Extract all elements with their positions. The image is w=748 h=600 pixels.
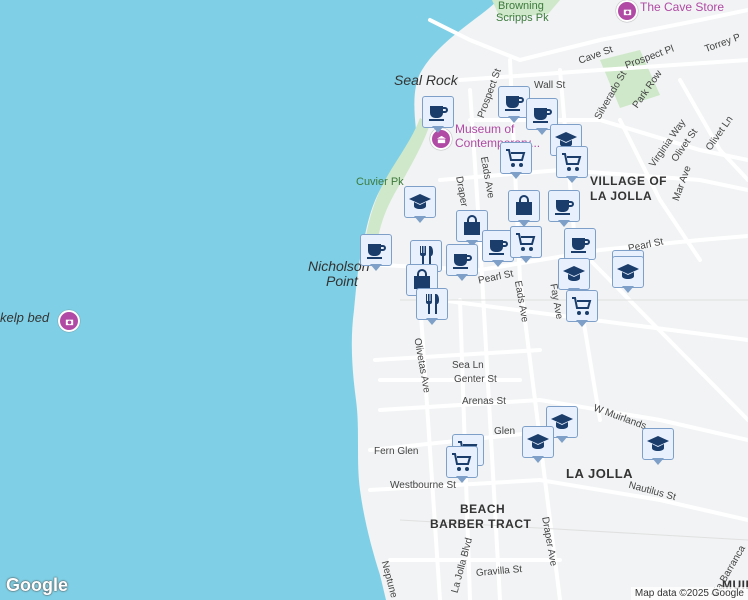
map-attribution[interactable]: Map data ©2025 Google — [630, 587, 748, 600]
street-arenas-st: Arenas St — [462, 396, 506, 407]
street-wall-st: Wall St — [534, 80, 566, 91]
marker-tip — [492, 260, 504, 267]
label-beach: BEACH — [460, 502, 506, 516]
cafe-icon — [564, 228, 596, 260]
map-view[interactable]: Browning Scripps Pk The Cave Store Seal … — [0, 0, 748, 600]
school-marker[interactable] — [404, 186, 436, 226]
marker-tip — [532, 456, 544, 463]
grocery-icon — [510, 226, 542, 258]
label-kelp-bed: kelp bed — [0, 310, 50, 325]
kelp-bed-pin-icon[interactable] — [58, 310, 80, 332]
street-sea-ln: Sea Ln — [452, 360, 484, 371]
street-glen: Glen — [494, 426, 516, 437]
marker-tip — [558, 220, 570, 227]
google-logo: Google — [6, 575, 68, 595]
label-la-jolla: LA JOLLA — [566, 466, 634, 481]
grocery-marker[interactable] — [566, 290, 598, 330]
cafe-icon — [422, 96, 454, 128]
shopping-icon — [508, 190, 540, 222]
cafe-icon — [446, 244, 478, 276]
school-icon — [558, 258, 590, 290]
marker-tip — [556, 436, 568, 443]
marker-tip — [536, 128, 548, 135]
grocery-marker[interactable] — [500, 142, 532, 182]
cafe-icon — [548, 190, 580, 222]
school-icon — [522, 426, 554, 458]
marker-tip — [652, 458, 664, 465]
marker-tip — [456, 274, 468, 281]
label-village-1: VILLAGE OF — [590, 174, 667, 188]
marker-tip — [456, 476, 468, 483]
map-base — [0, 0, 748, 600]
label-seal-rock: Seal Rock — [394, 72, 458, 88]
label-point: Point — [326, 273, 358, 289]
label-scripps-pk: Scripps Pk — [496, 12, 549, 24]
cafe-marker[interactable] — [446, 244, 478, 284]
label-cave-store[interactable]: The Cave Store — [640, 0, 724, 14]
marker-tip — [576, 320, 588, 327]
cafe-marker[interactable] — [360, 234, 392, 274]
school-icon — [612, 256, 644, 288]
marker-tip — [510, 172, 522, 179]
school-marker[interactable] — [642, 428, 674, 468]
marker-tip — [432, 126, 444, 133]
grocery-icon — [446, 446, 478, 478]
grocery-marker[interactable] — [556, 146, 588, 186]
marker-tip — [566, 176, 578, 183]
marker-tip — [370, 264, 382, 271]
school-marker[interactable] — [522, 426, 554, 466]
school-marker[interactable] — [612, 256, 644, 296]
label-cuvier-pk: Cuvier Pk — [356, 176, 404, 188]
marker-tip — [520, 256, 532, 263]
marker-tip — [414, 216, 426, 223]
label-village-2: LA JOLLA — [590, 189, 653, 203]
marker-tip — [426, 318, 438, 325]
school-icon — [642, 428, 674, 460]
school-icon — [404, 186, 436, 218]
restaurant-icon — [416, 288, 448, 320]
shopping-marker[interactable] — [508, 190, 540, 230]
cafe-marker[interactable] — [422, 96, 454, 136]
grocery-icon — [556, 146, 588, 178]
cafe-icon — [360, 234, 392, 266]
cafe-marker[interactable] — [548, 190, 580, 230]
grocery-icon — [566, 290, 598, 322]
grocery-marker[interactable] — [446, 446, 478, 486]
restaurant-marker[interactable] — [416, 288, 448, 328]
marker-tip — [508, 116, 520, 123]
cave-store-pin-icon[interactable] — [616, 0, 638, 22]
street-genter-st: Genter St — [454, 374, 497, 385]
marker-tip — [622, 286, 634, 293]
grocery-icon — [500, 142, 532, 174]
label-browning: Browning — [498, 0, 544, 12]
street-fern-glen: Fern Glen — [374, 446, 419, 457]
label-barber-tract: BARBER TRACT — [430, 517, 532, 531]
grocery-marker[interactable] — [510, 226, 542, 266]
